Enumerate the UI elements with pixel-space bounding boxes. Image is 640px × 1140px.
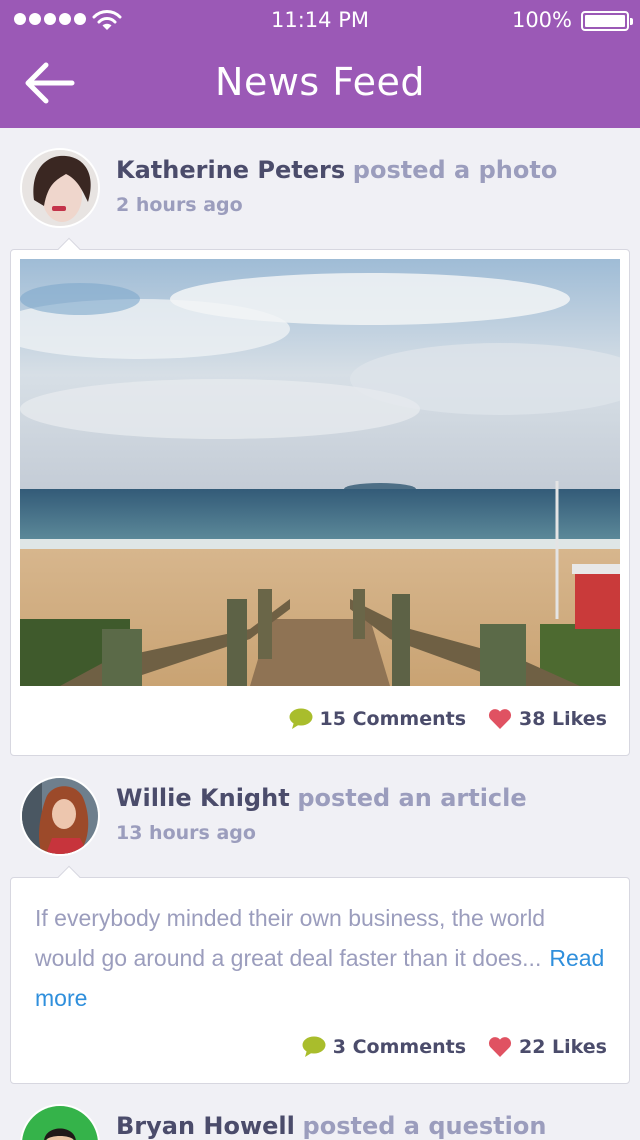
author-name[interactable]: Bryan Howell	[116, 1112, 295, 1140]
feed-post-article: Willie Knight posted an article 13 hours…	[0, 756, 640, 1086]
post-stats: 15 Comments 38 Likes	[289, 708, 607, 730]
article-excerpt: If everybody minded their own business, …	[35, 898, 605, 1018]
post-header: Willie Knight posted an article 13 hours…	[0, 756, 640, 856]
post-photo[interactable]	[20, 259, 620, 686]
avatar[interactable]	[20, 776, 100, 856]
post-author-line: Bryan Howell posted a question	[116, 1112, 546, 1140]
post-action: posted an article	[297, 784, 527, 812]
post-card: 15 Comments 38 Likes	[10, 237, 630, 756]
page-title: News Feed	[215, 60, 425, 104]
speech-bubble-icon	[302, 1036, 326, 1057]
avatar[interactable]	[20, 1104, 100, 1140]
post-card: If everybody minded their own business, …	[10, 865, 630, 1084]
heart-icon	[488, 1037, 512, 1057]
post-timestamp: 13 hours ago	[116, 822, 256, 844]
avatar[interactable]	[20, 148, 100, 228]
comments-count: 3 Comments	[332, 1036, 466, 1058]
author-name[interactable]: Katherine Peters	[116, 156, 345, 184]
post-stats: 3 Comments 22 Likes	[302, 1036, 607, 1058]
likes-button[interactable]: 22 Likes	[488, 1036, 607, 1058]
app-header: 11:14 PM 100% News Feed	[0, 0, 640, 128]
likes-button[interactable]: 38 Likes	[488, 708, 607, 730]
author-name[interactable]: Willie Knight	[116, 784, 290, 812]
excerpt-text: If everybody minded their own business, …	[35, 905, 546, 971]
likes-count: 38 Likes	[519, 708, 607, 730]
comments-button[interactable]: 15 Comments	[289, 708, 466, 730]
post-action: posted a photo	[352, 156, 558, 184]
status-bar: 11:14 PM 100%	[0, 0, 640, 40]
post-header: Katherine Peters posted a photo 2 hours …	[0, 128, 640, 228]
post-author-line: Willie Knight posted an article	[116, 784, 527, 812]
post-author-line: Katherine Peters posted a photo	[116, 156, 557, 184]
speech-bubble-icon	[289, 708, 313, 729]
battery-icon	[581, 11, 633, 31]
comments-count: 15 Comments	[319, 708, 466, 730]
post-timestamp: 2 hours ago	[116, 194, 243, 216]
post-header: Bryan Howell posted a question	[0, 1084, 640, 1140]
feed-post-question: Bryan Howell posted a question	[0, 1084, 640, 1140]
battery-percentage: 100%	[511, 8, 572, 32]
comments-button[interactable]: 3 Comments	[302, 1036, 466, 1058]
post-action: posted a question	[302, 1112, 547, 1140]
navigation-bar: News Feed	[0, 40, 640, 128]
feed-post-photo: Katherine Peters posted a photo 2 hours …	[0, 128, 640, 758]
likes-count: 22 Likes	[519, 1036, 607, 1058]
heart-icon	[488, 709, 512, 729]
